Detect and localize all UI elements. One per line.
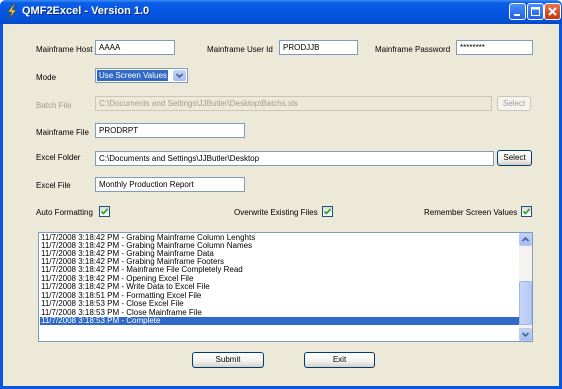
auto-formatting-label: Auto Formatting: [36, 208, 93, 217]
overwrite-existing-files-label: Overwrite Existing Files: [234, 208, 318, 217]
scroll-down-icon: [520, 332, 531, 341]
scroll-down-button[interactable]: [519, 328, 532, 341]
app-window: QMF2Excel - Version 1.0 Mainframe Host A…: [0, 0, 562, 389]
mode-select-value: Use Screen Values: [97, 70, 168, 81]
log-line-selected[interactable]: 11/7/2008 3:18:53 PM - Complete: [40, 317, 519, 325]
excel-file-field[interactable]: Monthly Production Report: [95, 177, 245, 192]
mainframe-host-field[interactable]: AAAA: [95, 40, 175, 55]
log-line[interactable]: 11/7/2008 3:18:42 PM - Write Data to Exc…: [41, 283, 210, 291]
log-line[interactable]: 11/7/2008 3:18:53 PM - Close Excel File: [41, 300, 184, 308]
mainframe-file-field[interactable]: PRODRPT: [95, 123, 245, 138]
log-listbox[interactable]: 11/7/2008 3:18:42 PM - Grabing Mainframe…: [38, 232, 533, 342]
log-scrollbar[interactable]: [519, 233, 532, 341]
mainframe-password-label: Mainframe Password: [375, 45, 451, 54]
excel-folder-field[interactable]: C:\Documents and Settings\JJButler\Deskt…: [95, 151, 494, 166]
submit-button[interactable]: Submit: [192, 352, 264, 368]
mode-select[interactable]: Use Screen Values: [95, 68, 188, 83]
scroll-up-button[interactable]: [519, 233, 532, 246]
mode-label: Mode: [36, 73, 57, 82]
batch-file-field[interactable]: C:\Documents and Settings\JJButler\Deskt…: [95, 96, 492, 111]
mainframe-password-field[interactable]: ********: [456, 40, 533, 55]
mainframe-file-label: Mainframe File: [36, 128, 89, 137]
mainframe-user-id-field[interactable]: PRODJJB: [279, 40, 358, 55]
maximize-button[interactable]: [527, 3, 544, 20]
excel-file-label: Excel File: [36, 181, 71, 190]
auto-formatting-checkbox[interactable]: [99, 206, 110, 217]
chevron-down-icon[interactable]: [173, 70, 186, 81]
mainframe-host-label: Mainframe Host: [36, 45, 93, 54]
lightning-icon: [5, 3, 19, 20]
minimize-button[interactable]: [509, 3, 526, 20]
window-title: QMF2Excel - Version 1.0: [22, 5, 150, 17]
select-folder-button[interactable]: Select: [497, 150, 532, 166]
remember-screen-values-label: Remember Screen Values: [424, 208, 518, 217]
select-batch-button[interactable]: Select: [497, 96, 531, 111]
mainframe-user-id-label: Mainframe User Id: [207, 45, 273, 54]
batch-file-label: Batch File: [36, 101, 72, 110]
scroll-up-icon: [520, 236, 531, 247]
overwrite-existing-files-checkbox[interactable]: [322, 206, 333, 217]
close-button[interactable]: [544, 3, 561, 20]
log-line[interactable]: 11/7/2008 3:18:42 PM - Mainframe File Co…: [41, 266, 243, 274]
scroll-thumb[interactable]: [519, 281, 532, 325]
title-bar[interactable]: QMF2Excel - Version 1.0: [0, 0, 562, 24]
exit-button[interactable]: Exit: [304, 352, 375, 368]
remember-screen-values-checkbox[interactable]: [521, 206, 532, 217]
excel-folder-label: Excel Folder: [36, 153, 81, 162]
